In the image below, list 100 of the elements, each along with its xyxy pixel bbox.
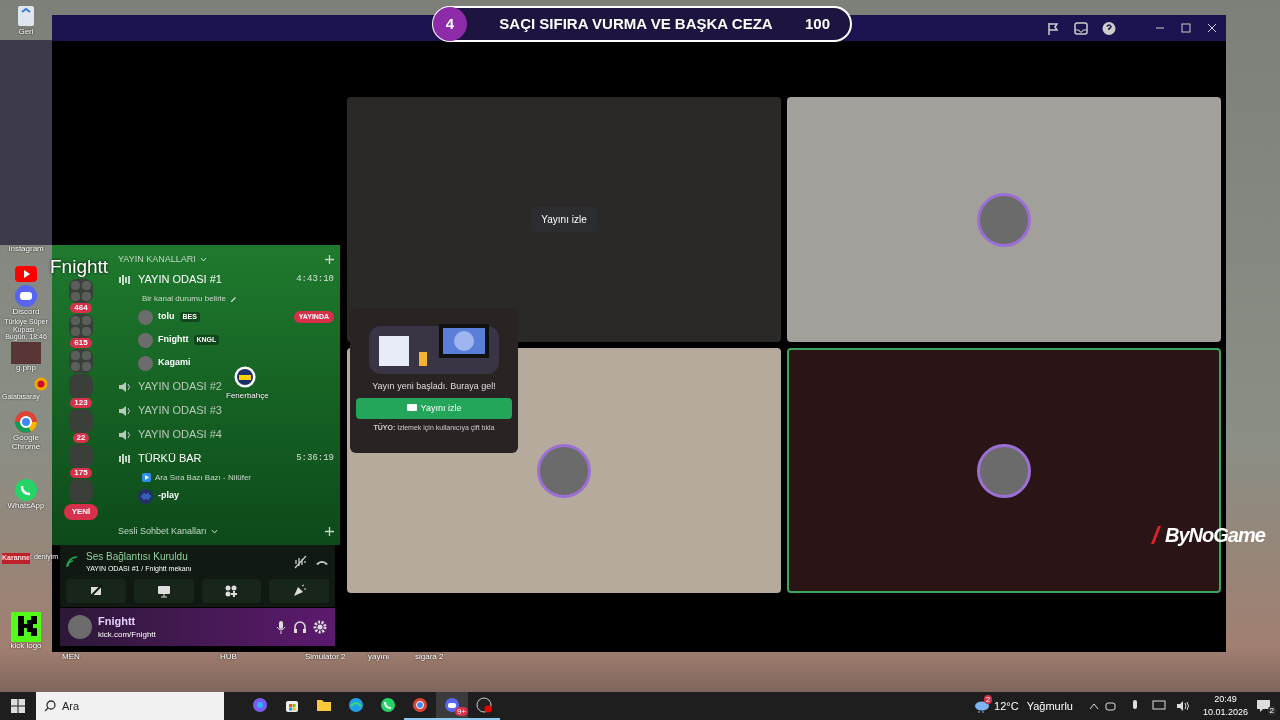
icon-label: WhatsApp	[7, 502, 45, 511]
watch-stream-button[interactable]: Yayını izle	[531, 207, 597, 232]
member-avatar	[138, 355, 153, 371]
connection-status: Ses Bağlantısı Kuruldu	[86, 550, 189, 564]
voice-member[interactable]: -play	[118, 485, 334, 507]
user-avatar	[68, 615, 92, 639]
clock-time: 20:49	[1213, 692, 1238, 706]
chevron-up-icon[interactable]	[1088, 702, 1099, 710]
icon-label: Geri	[18, 28, 34, 37]
unread-badge: 175	[70, 468, 92, 478]
settings-icon[interactable]	[313, 620, 327, 634]
icon-label: HUB	[220, 653, 237, 662]
new-badge-button[interactable]: YENİ	[63, 504, 99, 520]
voice-control-button[interactable]	[66, 578, 126, 603]
headphones-icon[interactable]	[293, 620, 307, 634]
folder-icon	[316, 697, 332, 713]
chevron-down-icon	[210, 528, 218, 534]
pencil-icon[interactable]	[230, 295, 238, 302]
round-number: 4	[433, 7, 467, 41]
timer-text: 4:43:10	[296, 272, 334, 286]
taskbar-app-button[interactable]: 9+	[436, 692, 468, 720]
user-avatar	[977, 443, 1031, 498]
channel-name[interactable]: YAYIN ODASI #4	[138, 426, 334, 443]
voice-control-button[interactable]	[201, 578, 262, 603]
maximize-icon[interactable]	[1180, 22, 1192, 34]
icon-label: Discord	[12, 308, 40, 317]
close-icon[interactable]	[1206, 22, 1218, 34]
channel-name[interactable]: TÜRKÜ BAR	[138, 450, 291, 467]
plus-icon[interactable]	[325, 526, 334, 536]
unread-badge: 464	[70, 303, 92, 313]
channel-name[interactable]: YAYIN ODASI #1	[138, 271, 291, 288]
user-status-text: kick.com/Fnightt	[98, 629, 157, 642]
browser-icon	[412, 697, 428, 713]
score-text: 100	[804, 13, 830, 34]
username: Fnightt	[98, 613, 137, 629]
search-field[interactable]: Ara	[36, 692, 224, 720]
browser-icon[interactable]	[14, 410, 38, 434]
icon-label: MEN	[62, 653, 80, 662]
user-avatar	[537, 443, 591, 498]
notification-badge: 2	[983, 695, 993, 704]
play-square-icon	[142, 473, 151, 482]
channel-name[interactable]: YAYIN ODASI #3	[138, 402, 334, 419]
unread-badge: 22	[72, 433, 90, 443]
record-circle-icon	[476, 697, 492, 713]
popup-message: Yayın yeni başladı. Buraya gel!	[372, 380, 496, 393]
microphone-icon[interactable]	[275, 620, 287, 634]
unread-badge: 615	[70, 338, 92, 348]
screen-share-icon	[156, 583, 171, 598]
icon-label: g.php	[16, 364, 36, 373]
timer-text: 5:36:19	[296, 451, 334, 465]
clock-date: 10.01.2026	[1202, 706, 1248, 719]
channel-status-text[interactable]: Bir kanal durumu belirle	[142, 292, 227, 305]
crest-icon	[34, 377, 48, 391]
speaker-icon[interactable]	[1175, 699, 1190, 713]
category-header[interactable]: YAYIN KANALLARI	[118, 253, 196, 267]
icon-label: sigara 2	[415, 653, 444, 662]
voice-control-button[interactable]	[133, 578, 194, 603]
inbox-icon[interactable]	[1074, 20, 1088, 36]
plus-icon[interactable]	[325, 255, 334, 265]
temperature-text: 12°C	[994, 698, 1019, 714]
unread-badge: 123	[70, 398, 92, 408]
search-icon	[44, 700, 56, 712]
speaker-icon	[118, 404, 132, 417]
user-avatar	[977, 192, 1031, 247]
stream-tile[interactable]	[787, 97, 1221, 342]
member-name: -play	[158, 489, 179, 503]
flag-icon[interactable]	[1046, 20, 1060, 36]
cloud-rain-icon[interactable]	[974, 699, 991, 713]
team-name: Fenerbahçe	[226, 392, 269, 401]
icon-label: Simulator 2	[305, 653, 346, 662]
voice-member[interactable]: Kagami	[118, 352, 334, 374]
screen-icon	[406, 403, 417, 414]
photo-placeholder[interactable]	[11, 340, 41, 364]
weather-text: Yağmurlu	[1026, 698, 1073, 714]
stream-tile[interactable]: Yayını izle	[347, 97, 781, 342]
category-header[interactable]: Sesli Sohbet Kanalları	[118, 524, 207, 538]
start-icon[interactable]	[11, 699, 25, 713]
activity-text: Ara Sıra Bazı Bazı - Nilüfer	[155, 471, 252, 484]
crest-icon	[234, 366, 256, 388]
camera-off-icon	[88, 583, 103, 598]
member-name: tolu	[158, 310, 175, 324]
equalizer-icon	[118, 452, 132, 465]
notification-icon[interactable]	[1256, 699, 1272, 713]
speaker-icon	[118, 380, 132, 393]
help-icon[interactable]	[1102, 20, 1116, 36]
letter-logo-icon[interactable]	[11, 612, 41, 642]
activity-grid-icon	[224, 583, 239, 598]
member-avatar	[138, 332, 153, 348]
notification-badge: 9+	[454, 707, 468, 716]
notification-count: 2	[1267, 706, 1276, 715]
slash-logo-icon	[1150, 525, 1162, 545]
speaker-icon	[118, 428, 132, 441]
equalizer-icon	[118, 273, 132, 286]
member-name: Fnightt	[158, 333, 189, 347]
member-name: Kagami	[158, 356, 191, 370]
challenge-text: SAÇI SIFIRA VURMA VE BAŞKA CEZA	[498, 13, 774, 34]
icon-label: yayını	[368, 653, 390, 662]
noise-suppression-icon[interactable]	[293, 554, 307, 569]
phone-bubble-icon[interactable]	[14, 478, 38, 502]
icon-label: Instagram	[8, 245, 44, 254]
